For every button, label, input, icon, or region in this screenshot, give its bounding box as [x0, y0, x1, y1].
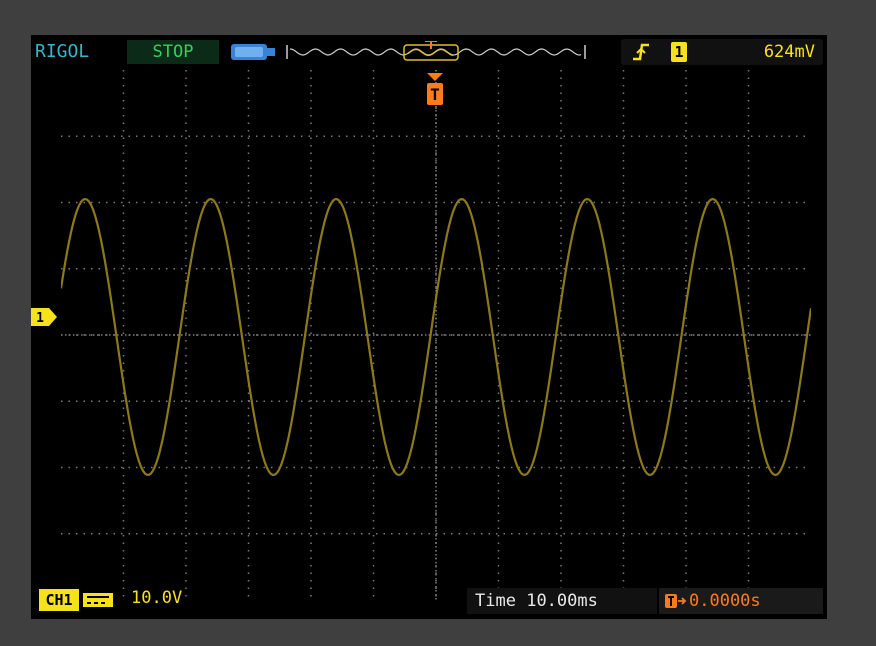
trigger-position-marker[interactable]: T: [426, 73, 444, 109]
status-bar: RIGOL STOP 1 624mV: [31, 35, 827, 69]
usb-storage-icon: [231, 44, 275, 60]
trigger-delay-readout[interactable]: 0.0000s: [659, 588, 823, 614]
memory-timeline-bar[interactable]: [284, 41, 588, 63]
trigger-panel[interactable]: 1 624mV: [621, 39, 823, 65]
run-state-badge[interactable]: STOP: [127, 40, 219, 64]
ch1-label: CH1: [39, 589, 79, 611]
grid-lines: [61, 70, 811, 600]
ch1-marker-label: 1: [36, 311, 44, 326]
dc-coupling-icon: [83, 593, 113, 607]
oscilloscope-screen: RIGOL STOP 1 624mV T 1 CH1 10.0V Time 10…: [31, 35, 827, 619]
timebase-label: Time: [475, 591, 516, 611]
trigger-delay-value: 0.0000s: [689, 591, 761, 611]
waveform-grid: [61, 70, 811, 600]
trigger-marker-label: T: [430, 85, 440, 104]
bottom-status-bar: CH1 10.0V Time 10.00ms 0.0000s: [31, 585, 827, 619]
ch1-waveform-trace: [61, 197, 811, 477]
trigger-source-badge: 1: [671, 42, 687, 62]
ch1-volts-per-div[interactable]: 10.0V: [131, 585, 182, 611]
ch1-ground-marker[interactable]: 1: [31, 308, 57, 326]
trigger-delay-icon: [665, 594, 687, 608]
timebase-readout[interactable]: Time 10.00ms: [467, 588, 657, 614]
brand-logo: RIGOL: [35, 41, 90, 62]
ch1-badge[interactable]: CH1: [39, 589, 119, 611]
trigger-level: 624mV: [763, 42, 815, 62]
timebase-value: 10.00ms: [526, 591, 598, 611]
rising-edge-icon: [633, 43, 649, 61]
